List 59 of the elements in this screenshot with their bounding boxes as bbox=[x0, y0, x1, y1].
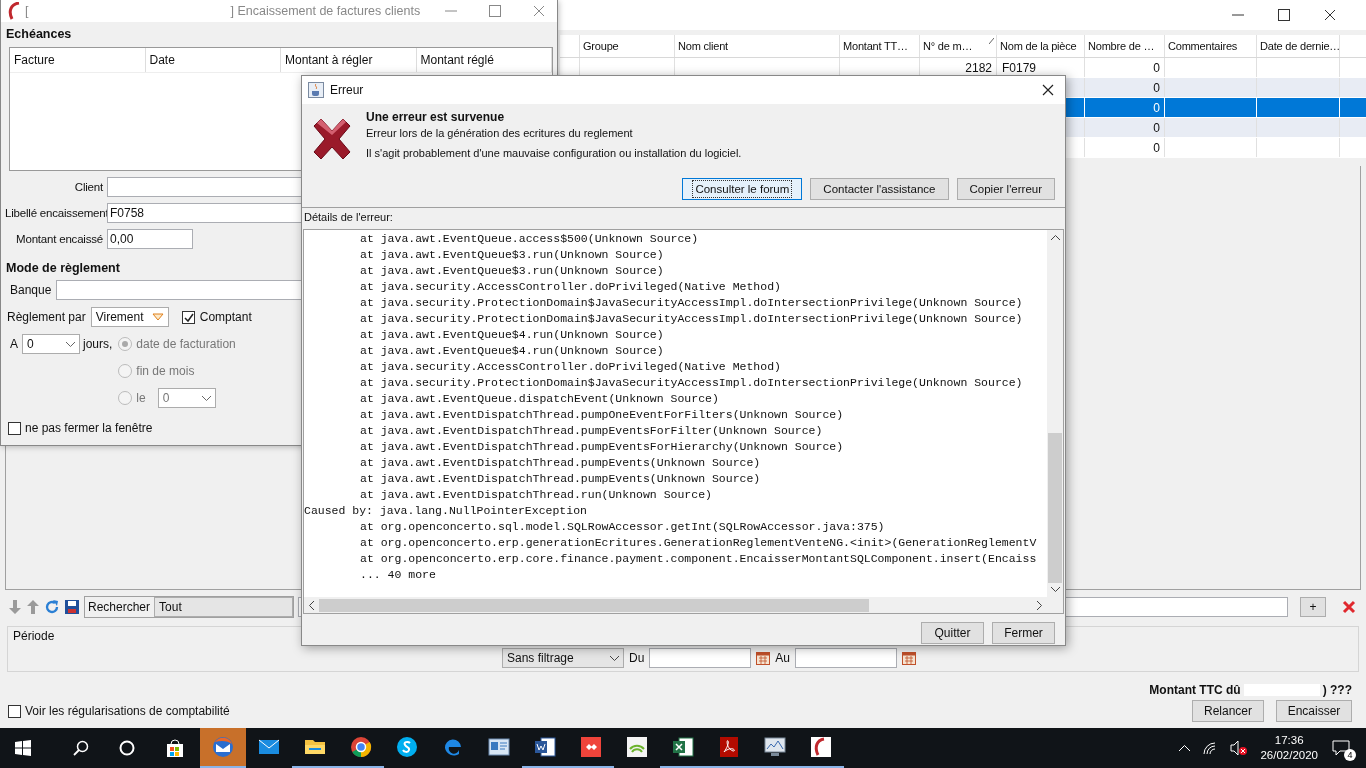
field-label: jours, bbox=[83, 337, 113, 351]
radio-label: le bbox=[136, 391, 146, 405]
period-label: Période bbox=[13, 629, 55, 643]
stack-trace-line: at java.security.ProtectionDomain$JavaSecurityAccessImpl.doIntersectionPrivilege(Unknown Source) bbox=[360, 376, 1023, 389]
stack-trace-line: at java.security.AccessController.doPrivileged(Native Method) bbox=[360, 360, 781, 373]
table-cell: 0 bbox=[1153, 80, 1160, 95]
time: 17:36 bbox=[1274, 733, 1304, 748]
stack-trace-line: at java.awt.EventDispatchThread.pumpEvents(Unknown Source) bbox=[360, 456, 761, 469]
stack-trace-line: at java.awt.EventQueue$4.run(Unknown Source) bbox=[360, 328, 664, 341]
checkbox-label: Voir les régularisations de comptabilité bbox=[25, 704, 230, 718]
total-label: Montant TTC dû bbox=[1149, 683, 1241, 697]
details-label: Détails de l'erreur: bbox=[302, 207, 1065, 227]
field-label: Client bbox=[73, 181, 103, 193]
stack-trace-line: at java.security.ProtectionDomain$JavaSecurityAccessImpl.doIntersectionPrivilege(Unknown Source) bbox=[360, 296, 1023, 309]
section-title: Mode de règlement bbox=[6, 261, 120, 275]
date: 26/02/2020 bbox=[1260, 748, 1318, 763]
checkbox-label: Comptant bbox=[199, 310, 252, 324]
field-label: Règlement par bbox=[7, 310, 86, 324]
checkbox-label: ne pas fermer la fenêtre bbox=[25, 421, 153, 435]
window-title: ] Encaissement de factures clients bbox=[230, 4, 421, 18]
stack-trace-line: at java.awt.EventDispatchThread.run(Unknown Source) bbox=[360, 488, 712, 501]
table-cell: F0179 bbox=[1002, 60, 1037, 75]
table-cell: 0 bbox=[1153, 140, 1160, 155]
stack-trace-line: at org.openconcerto.erp.core.finance.payment.component.EncaisserMontantSQLComponent.insert(Encaiss bbox=[360, 552, 1037, 565]
table-cell: 2182 bbox=[965, 60, 992, 75]
stack-trace-line: at java.awt.EventDispatchThread.pumpEvents(Unknown Source) bbox=[360, 472, 761, 485]
table-cell: 0 bbox=[1153, 100, 1160, 115]
window-title-start: [ bbox=[25, 4, 29, 18]
field-label: Banque bbox=[10, 283, 52, 297]
stack-trace-line: ... 40 more bbox=[360, 568, 436, 581]
total-value: ) ??? bbox=[1322, 683, 1352, 697]
search-label: Rechercher bbox=[88, 600, 151, 614]
stack-trace-line: Caused by: java.lang.NullPointerException bbox=[304, 504, 587, 517]
stack-trace-line: at java.awt.EventDispatchThread.pumpOneEventForFilters(Unknown Source) bbox=[360, 408, 844, 421]
stack-trace-line: at java.security.ProtectionDomain$JavaSecurityAccessImpl.doIntersectionPrivilege(Unknown Source) bbox=[360, 312, 1023, 325]
stack-trace-line: at java.awt.EventQueue$3.run(Unknown Source) bbox=[360, 248, 664, 261]
stack-trace-line: at java.awt.EventDispatchThread.pumpEventsForFilter(Unknown Source) bbox=[360, 424, 823, 437]
stack-trace-line: at java.awt.EventQueue.dispatchEvent(Unknown Source) bbox=[360, 392, 719, 405]
stack-trace-line: at org.openconcerto.erp.generationEcritures.GenerationReglementVenteNG.<init>(GenerationReglementV bbox=[360, 536, 1037, 549]
radio-label: date de facturation bbox=[136, 337, 236, 351]
stack-trace-line: at org.openconcerto.sql.model.SQLRowAccessor.getInt(SQLRowAccessor.java:375) bbox=[360, 520, 885, 533]
table-cell: 0 bbox=[1153, 60, 1160, 75]
notification-badge: 4 bbox=[1344, 749, 1356, 761]
to-label: Au bbox=[775, 651, 790, 665]
from-label: Du bbox=[629, 651, 645, 665]
stack-trace-line: at java.awt.EventQueue$4.run(Unknown Source) bbox=[360, 344, 664, 357]
stack-trace-line: at java.awt.EventQueue$3.run(Unknown Source) bbox=[360, 264, 664, 277]
dialog-title: Erreur bbox=[330, 83, 364, 97]
stack-trace-line: at java.awt.EventQueue.access$500(Unknown Source) bbox=[360, 232, 699, 245]
error-message: Erreur lors de la génération des ecritures du reglement bbox=[366, 127, 634, 139]
table-cell: 0 bbox=[1153, 120, 1160, 135]
section-title: Echéances bbox=[6, 27, 72, 41]
field-label: Montant encaissé bbox=[15, 233, 103, 245]
field-label: A bbox=[10, 337, 18, 351]
error-heading: Une erreur est survenue bbox=[366, 110, 506, 124]
error-hint: Il s'agit probablement d'une mauvaise configuration ou installation du logiciel. bbox=[366, 147, 742, 159]
stack-trace-line: at java.awt.EventDispatchThread.pumpEventsForHierarchy(Unknown Source) bbox=[360, 440, 844, 453]
radio-label: fin de mois bbox=[136, 364, 195, 378]
stack-trace-line: at java.security.AccessController.doPrivileged(Native Method) bbox=[360, 280, 781, 293]
